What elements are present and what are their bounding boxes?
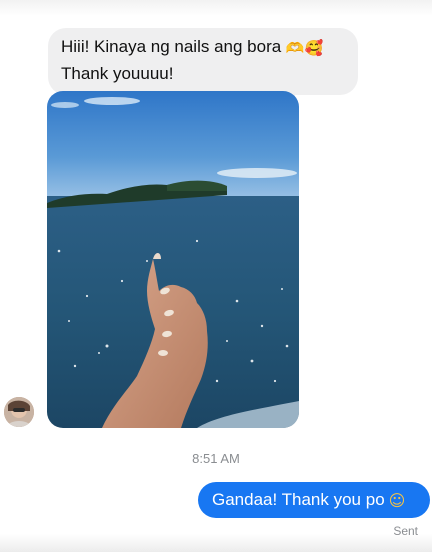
smiling-face-with-hearts-emoji-icon: 🥰 [304,38,324,57]
chat-thread: Hiii! Kinaya ng nails ang bora 🫶🥰 Thank … [0,0,432,552]
outgoing-message-text: Gandaa! Thank you po [212,490,385,509]
incoming-message-line-2: Thank youuuu! [61,63,174,83]
message-timestamp: 8:51 AM [192,451,240,466]
incoming-message-bubble[interactable]: Hiii! Kinaya ng nails ang bora 🫶🥰 Thank … [48,28,358,95]
heart-hands-emoji-icon: 🫶 [285,38,305,57]
bottom-edge [0,534,432,552]
top-edge [0,0,432,16]
sender-avatar[interactable] [4,397,34,427]
incoming-message-line-1: Hiii! Kinaya ng nails ang bora 🫶🥰 [61,34,344,61]
outgoing-message-bubble[interactable]: Gandaa! Thank you po ☺ [198,482,430,518]
incoming-message-text-1: Hiii! Kinaya ng nails ang bora [61,37,282,56]
incoming-photo[interactable] [47,91,299,428]
smiling-face-emoji-icon: ☺ [388,490,406,510]
